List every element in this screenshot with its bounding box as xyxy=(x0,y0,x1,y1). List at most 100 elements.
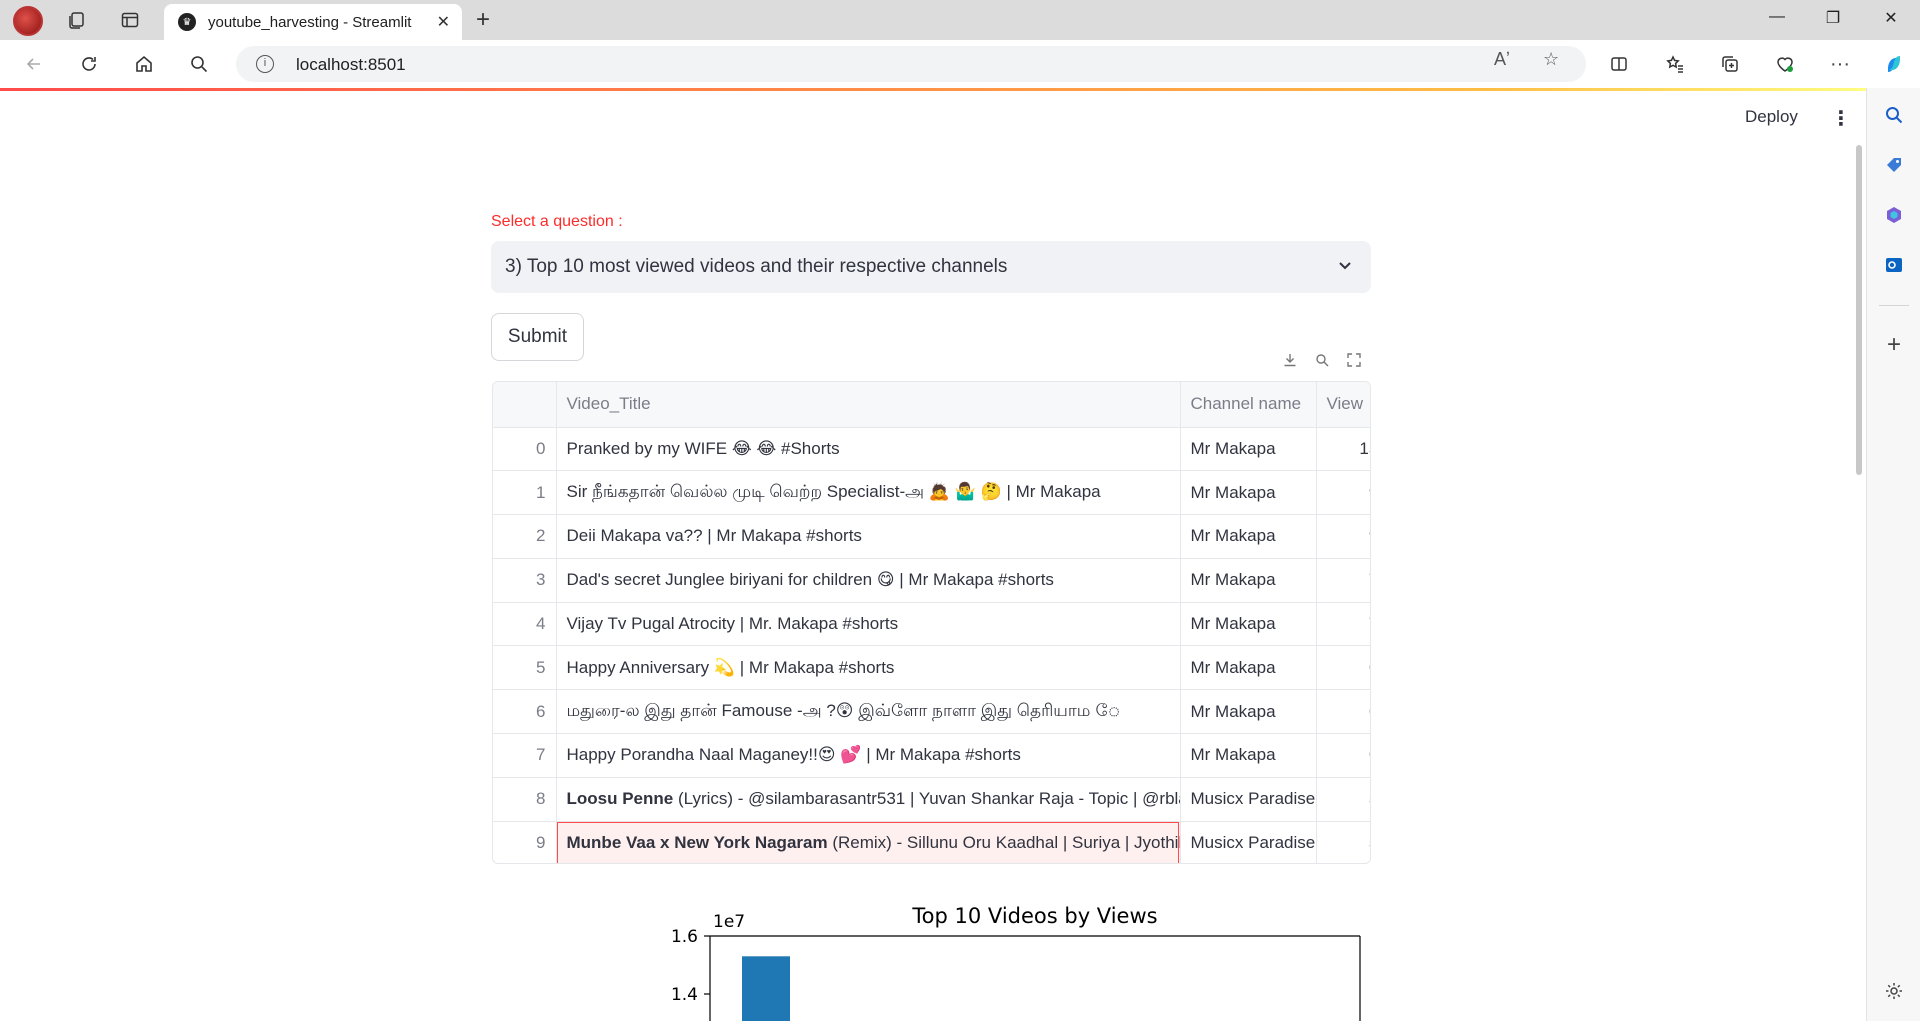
channel-name-cell[interactable]: Musicx Paradise xyxy=(1180,821,1317,863)
browser-toolbar: i localhost:8501 Aʼ ☆ ··· xyxy=(0,40,1920,88)
tab-close-icon[interactable]: ✕ xyxy=(437,12,450,32)
row-index[interactable]: 4 xyxy=(493,602,557,647)
views-cell[interactable]: 7,2 xyxy=(1316,602,1370,647)
search-table-icon[interactable] xyxy=(1310,348,1334,372)
channel-name-cell[interactable]: Mr Makapa xyxy=(1180,733,1317,778)
top-videos-chart: Top 10 Videos by Views 1e7 1.6 1.4 xyxy=(671,904,1361,1021)
more-menu-icon[interactable]: ··· xyxy=(1828,52,1852,76)
main-menu-icon[interactable]: ⋮ xyxy=(1831,106,1851,131)
restore-icon[interactable]: ❐ xyxy=(1818,8,1848,28)
profile-avatar[interactable] xyxy=(13,6,43,36)
column-header-channel-name[interactable]: Channel name xyxy=(1180,382,1317,428)
video-title-cell[interactable]: Deii Makapa va?? | Mr Makapa #shorts xyxy=(556,514,1181,559)
add-sidebar-app-icon[interactable]: + xyxy=(1882,331,1906,358)
video-title-cell[interactable]: மதுரை-ல இது தான் Famouse -அ ?😲 இவ்ளோ நாள… xyxy=(556,689,1181,735)
video-title-cell[interactable]: Munbe Vaa x New York Nagaram (Remix) - S… xyxy=(556,821,1181,863)
channel-name-cell[interactable]: Mr Makapa xyxy=(1180,427,1317,472)
url-text: localhost:8501 xyxy=(296,55,406,74)
submit-button[interactable]: Submit xyxy=(491,313,584,361)
streamlit-favicon-icon: ♛ xyxy=(178,13,196,31)
table-row[interactable]: 0 Pranked by my WIFE 😂 😂 #Shorts Mr Makapa… xyxy=(493,427,1370,472)
minimize-icon[interactable]: — xyxy=(1762,8,1792,26)
views-cell[interactable]: 15,2 xyxy=(1316,427,1370,472)
table-row[interactable]: 5 Happy Anniversary 💫 | Mr Makapa #shorts… xyxy=(493,645,1370,691)
row-index[interactable]: 0 xyxy=(493,427,557,472)
channel-name-cell[interactable]: Mr Makapa xyxy=(1180,558,1317,603)
settings-gear-icon[interactable] xyxy=(1882,979,1906,1003)
channel-name-cell[interactable]: Mr Makapa xyxy=(1180,689,1317,735)
views-cell[interactable]: 6,3 xyxy=(1316,689,1370,735)
tab-actions-icon[interactable] xyxy=(116,6,144,34)
video-title-text: (Remix) - Sillunu Oru Kaadhal | Suriya |… xyxy=(827,833,1180,853)
office-icon[interactable] xyxy=(1882,203,1906,227)
channel-name-cell[interactable]: Musicx Paradise xyxy=(1180,777,1317,822)
deploy-button[interactable]: Deploy xyxy=(1745,107,1798,127)
row-index[interactable]: 1 xyxy=(493,470,557,516)
back-icon[interactable] xyxy=(22,52,46,76)
dataframe-toolbar xyxy=(1272,346,1372,374)
views-cell[interactable]: 9,9 xyxy=(1316,470,1370,516)
collections-icon[interactable] xyxy=(1718,52,1742,76)
video-title-cell[interactable]: Dad's secret Junglee biriyani for childr… xyxy=(556,558,1181,603)
split-screen-icon[interactable] xyxy=(1607,52,1631,76)
table-row[interactable]: 2 Deii Makapa va?? | Mr Makapa #shorts Mr … xyxy=(493,514,1370,559)
views-cell[interactable]: 7,5 xyxy=(1316,558,1370,603)
table-row[interactable]: 8 Loosu Penne (Lyrics) - @silambarasantr5… xyxy=(493,777,1370,822)
views-cell[interactable]: 6,0 xyxy=(1316,733,1370,778)
table-row[interactable]: 6 மதுரை-ல இது தான் Famouse -அ ?😲 இவ்ளோ நா… xyxy=(493,689,1370,735)
row-index[interactable]: 6 xyxy=(493,689,557,735)
row-index[interactable]: 3 xyxy=(493,558,557,603)
row-index[interactable]: 7 xyxy=(493,733,557,778)
search-icon[interactable] xyxy=(187,52,211,76)
views-cell[interactable]: 5,7 xyxy=(1316,821,1370,863)
column-header-views[interactable]: View xyxy=(1316,382,1370,428)
channel-name-cell[interactable]: Mr Makapa xyxy=(1180,470,1317,516)
results-dataframe[interactable]: Video_Title Channel name View 0 Pranked b… xyxy=(492,381,1371,864)
views-cell[interactable]: 6,8 xyxy=(1316,645,1370,691)
row-index[interactable]: 2 xyxy=(493,514,557,559)
channel-name-cell[interactable]: Mr Makapa xyxy=(1180,645,1317,691)
new-tab-icon[interactable]: + xyxy=(476,6,490,34)
address-bar[interactable]: i localhost:8501 xyxy=(236,46,1586,82)
question-select[interactable]: 3) Top 10 most viewed videos and their r… xyxy=(491,241,1371,293)
outlook-icon[interactable] xyxy=(1882,253,1906,277)
workspaces-icon[interactable] xyxy=(63,6,91,34)
y-offset-label: 1e7 xyxy=(713,912,745,932)
table-row[interactable]: 7 Happy Porandha Naal Maganey!!😍 💕 | Mr M… xyxy=(493,733,1370,778)
page-scrollbar[interactable] xyxy=(1856,145,1862,475)
channel-name-cell[interactable]: Mr Makapa xyxy=(1180,514,1317,559)
shopping-tag-icon[interactable] xyxy=(1882,153,1906,177)
site-info-icon[interactable]: i xyxy=(256,55,274,73)
row-index[interactable]: 8 xyxy=(493,777,557,822)
video-title-bold: Munbe Vaa x New York Nagaram xyxy=(566,833,828,853)
read-aloud-icon[interactable]: Aʼ xyxy=(1494,49,1510,70)
active-tab[interactable]: ♛ youtube_harvesting - Streamlit ✕ xyxy=(164,4,462,40)
refresh-icon[interactable] xyxy=(77,52,101,76)
video-title-cell[interactable]: Loosu Penne (Lyrics) - @silambarasantr53… xyxy=(556,777,1181,822)
video-title-cell[interactable]: Vijay Tv Pugal Atrocity | Mr. Makapa #sh… xyxy=(556,602,1181,647)
sidebar-search-icon[interactable] xyxy=(1882,103,1906,127)
table-row[interactable]: 4 Vijay Tv Pugal Atrocity | Mr. Makapa #s… xyxy=(493,602,1370,647)
table-row[interactable]: 1 Sir நீங்கதான் வெல்ல முடி வெற்ற Speciali… xyxy=(493,470,1370,516)
views-cell[interactable]: 9,6 xyxy=(1316,514,1370,559)
views-cell[interactable]: 5,8 xyxy=(1316,777,1370,822)
home-icon[interactable] xyxy=(132,52,156,76)
fullscreen-icon[interactable] xyxy=(1342,348,1366,372)
video-title-cell[interactable]: Sir நீங்கதான் வெல்ல முடி வெற்ற Specialis… xyxy=(556,470,1181,516)
column-header-video-title[interactable]: Video_Title xyxy=(556,382,1181,428)
video-title-cell[interactable]: Happy Porandha Naal Maganey!!😍 💕 | Mr Ma… xyxy=(556,733,1181,778)
row-index[interactable]: 5 xyxy=(493,645,557,691)
channel-name-cell[interactable]: Mr Makapa xyxy=(1180,602,1317,647)
copilot-icon[interactable] xyxy=(1882,52,1906,76)
table-row[interactable]: 3 Dad's secret Junglee biriyani for child… xyxy=(493,558,1370,603)
table-row[interactable]: 9 Munbe Vaa x New York Nagaram (Remix) - … xyxy=(493,821,1370,863)
video-title-cell[interactable]: Happy Anniversary 💫 | Mr Makapa #shorts xyxy=(556,645,1181,691)
video-title-cell[interactable]: Pranked by my WIFE 😂 😂 #Shorts xyxy=(556,427,1181,472)
close-window-icon[interactable]: ✕ xyxy=(1876,8,1906,28)
video-title-text: (Lyrics) - @silambarasantr531 | Yuvan Sh… xyxy=(673,789,1180,809)
browser-essentials-icon[interactable] xyxy=(1773,52,1797,76)
favorites-icon[interactable] xyxy=(1663,52,1687,76)
download-icon[interactable] xyxy=(1278,348,1302,372)
favorite-star-icon[interactable]: ☆ xyxy=(1543,49,1559,70)
row-index[interactable]: 9 xyxy=(493,821,557,863)
